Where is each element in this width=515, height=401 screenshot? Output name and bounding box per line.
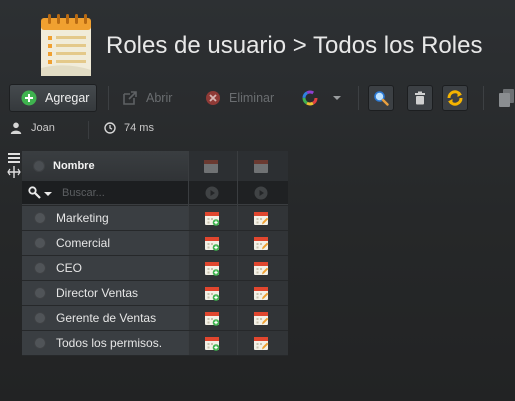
- toolbar: Agregar Abrir Eliminar: [0, 82, 515, 116]
- role-name-cell[interactable]: Director Ventas: [22, 281, 188, 305]
- cell-permission-a: [189, 331, 237, 355]
- calendar-edit-icon[interactable]: [253, 210, 269, 226]
- calendar-edit-icon[interactable]: [253, 260, 269, 276]
- row-select-radio[interactable]: [34, 262, 46, 274]
- role-name-cell[interactable]: CEO: [22, 256, 188, 280]
- open-button[interactable]: Abrir: [122, 84, 172, 112]
- table-row[interactable]: CEO: [22, 256, 288, 280]
- cell-permission-a: [189, 281, 237, 305]
- table-row[interactable]: Director Ventas: [22, 281, 288, 305]
- calendar-add-icon[interactable]: [204, 210, 220, 226]
- calendar-edit-icon[interactable]: [253, 158, 269, 174]
- cell-permission-b: [238, 306, 288, 330]
- toolbar-divider: [108, 86, 109, 110]
- plus-circle-icon: [21, 90, 37, 106]
- calendar-add-icon[interactable]: [204, 285, 220, 301]
- calendar-edit-icon[interactable]: [253, 285, 269, 301]
- refresh-icon: [447, 90, 463, 106]
- play-filter-icon[interactable]: [205, 186, 219, 200]
- color-picker-dropdown[interactable]: [300, 84, 346, 112]
- cell-permission-b: [238, 331, 288, 355]
- copy-icon: [499, 89, 514, 107]
- add-button[interactable]: Agregar: [9, 84, 97, 112]
- search-icon: [374, 91, 389, 106]
- copy-button[interactable]: [494, 85, 515, 111]
- column-header-name[interactable]: Nombre: [22, 151, 188, 181]
- cell-permission-a: [189, 306, 237, 330]
- current-user: Joan: [10, 122, 55, 134]
- cell-permission-a: [189, 256, 237, 280]
- role-name: Marketing: [56, 211, 109, 225]
- table-row[interactable]: Marketing: [22, 206, 288, 230]
- column-header-name-label: Nombre: [53, 160, 95, 172]
- cell-permission-a: [189, 231, 237, 255]
- delete-button-label: Eliminar: [229, 91, 275, 105]
- search-button[interactable]: [368, 85, 394, 111]
- filter-row: [22, 181, 288, 205]
- row-select-radio[interactable]: [34, 337, 46, 349]
- role-name: Comercial: [56, 236, 111, 250]
- calendar-add-icon[interactable]: [204, 335, 220, 351]
- cell-permission-a: [189, 206, 237, 230]
- refresh-button[interactable]: [442, 85, 468, 111]
- open-button-label: Abrir: [146, 91, 173, 105]
- role-name: CEO: [56, 261, 83, 275]
- calendar-edit-icon[interactable]: [253, 335, 269, 351]
- table-row[interactable]: Comercial: [22, 231, 288, 255]
- user-icon: [10, 122, 22, 134]
- grid-header: Nombre: [22, 151, 288, 181]
- toolbar-divider: [358, 86, 359, 110]
- row-select-radio[interactable]: [34, 312, 46, 324]
- role-name-cell[interactable]: Comercial: [22, 231, 188, 255]
- column-menu-icon[interactable]: [7, 152, 21, 182]
- row-select-radio[interactable]: [34, 237, 46, 249]
- role-name: Gerente de Ventas: [56, 311, 157, 325]
- toolbar-divider: [483, 86, 484, 110]
- calendar-add-icon[interactable]: [204, 310, 220, 326]
- role-name: Todos los permisos.: [56, 336, 163, 350]
- calendar-edit-icon[interactable]: [253, 235, 269, 251]
- delete-button[interactable]: Eliminar: [205, 84, 274, 112]
- cell-permission-b: [238, 256, 288, 280]
- calendar-add-icon[interactable]: [204, 260, 220, 276]
- cell-permission-b: [238, 281, 288, 305]
- page-title: Roles de usuario > Todos los Roles: [106, 32, 483, 59]
- table-row[interactable]: Gerente de Ventas: [22, 306, 288, 330]
- chevron-down-icon[interactable]: [44, 190, 52, 198]
- chevron-down-icon: [333, 96, 341, 100]
- color-wheel-icon: [302, 90, 318, 106]
- search-field: [22, 181, 188, 204]
- row-select-radio[interactable]: [34, 212, 46, 224]
- user-name: Joan: [31, 122, 55, 134]
- calendar-notepad-icon: [41, 14, 91, 76]
- select-all-radio[interactable]: [33, 160, 45, 172]
- role-name: Director Ventas: [56, 286, 139, 300]
- trash-icon: [415, 91, 425, 105]
- role-name-cell[interactable]: Todos los permisos.: [22, 331, 188, 355]
- row-select-radio[interactable]: [34, 287, 46, 299]
- role-name-cell[interactable]: Marketing: [22, 206, 188, 230]
- role-name-cell[interactable]: Gerente de Ventas: [22, 306, 188, 330]
- calendar-edit-icon[interactable]: [203, 158, 219, 174]
- response-time: 74 ms: [104, 122, 154, 134]
- table-row[interactable]: Todos los permisos.: [22, 331, 288, 355]
- add-button-label: Agregar: [45, 91, 90, 105]
- trash-button[interactable]: [407, 85, 433, 111]
- cell-permission-b: [238, 206, 288, 230]
- timing-value: 74 ms: [124, 122, 154, 134]
- row-divider: [22, 355, 288, 356]
- external-link-icon: [123, 91, 137, 105]
- cell-permission-b: [238, 231, 288, 255]
- search-input[interactable]: [62, 184, 182, 201]
- calendar-edit-icon[interactable]: [253, 310, 269, 326]
- clock-icon: [104, 122, 116, 134]
- calendar-add-icon[interactable]: [204, 235, 220, 251]
- x-circle-icon: [206, 91, 220, 105]
- status-divider: [88, 121, 89, 139]
- search-icon[interactable]: [28, 186, 41, 199]
- play-filter-icon[interactable]: [254, 186, 268, 200]
